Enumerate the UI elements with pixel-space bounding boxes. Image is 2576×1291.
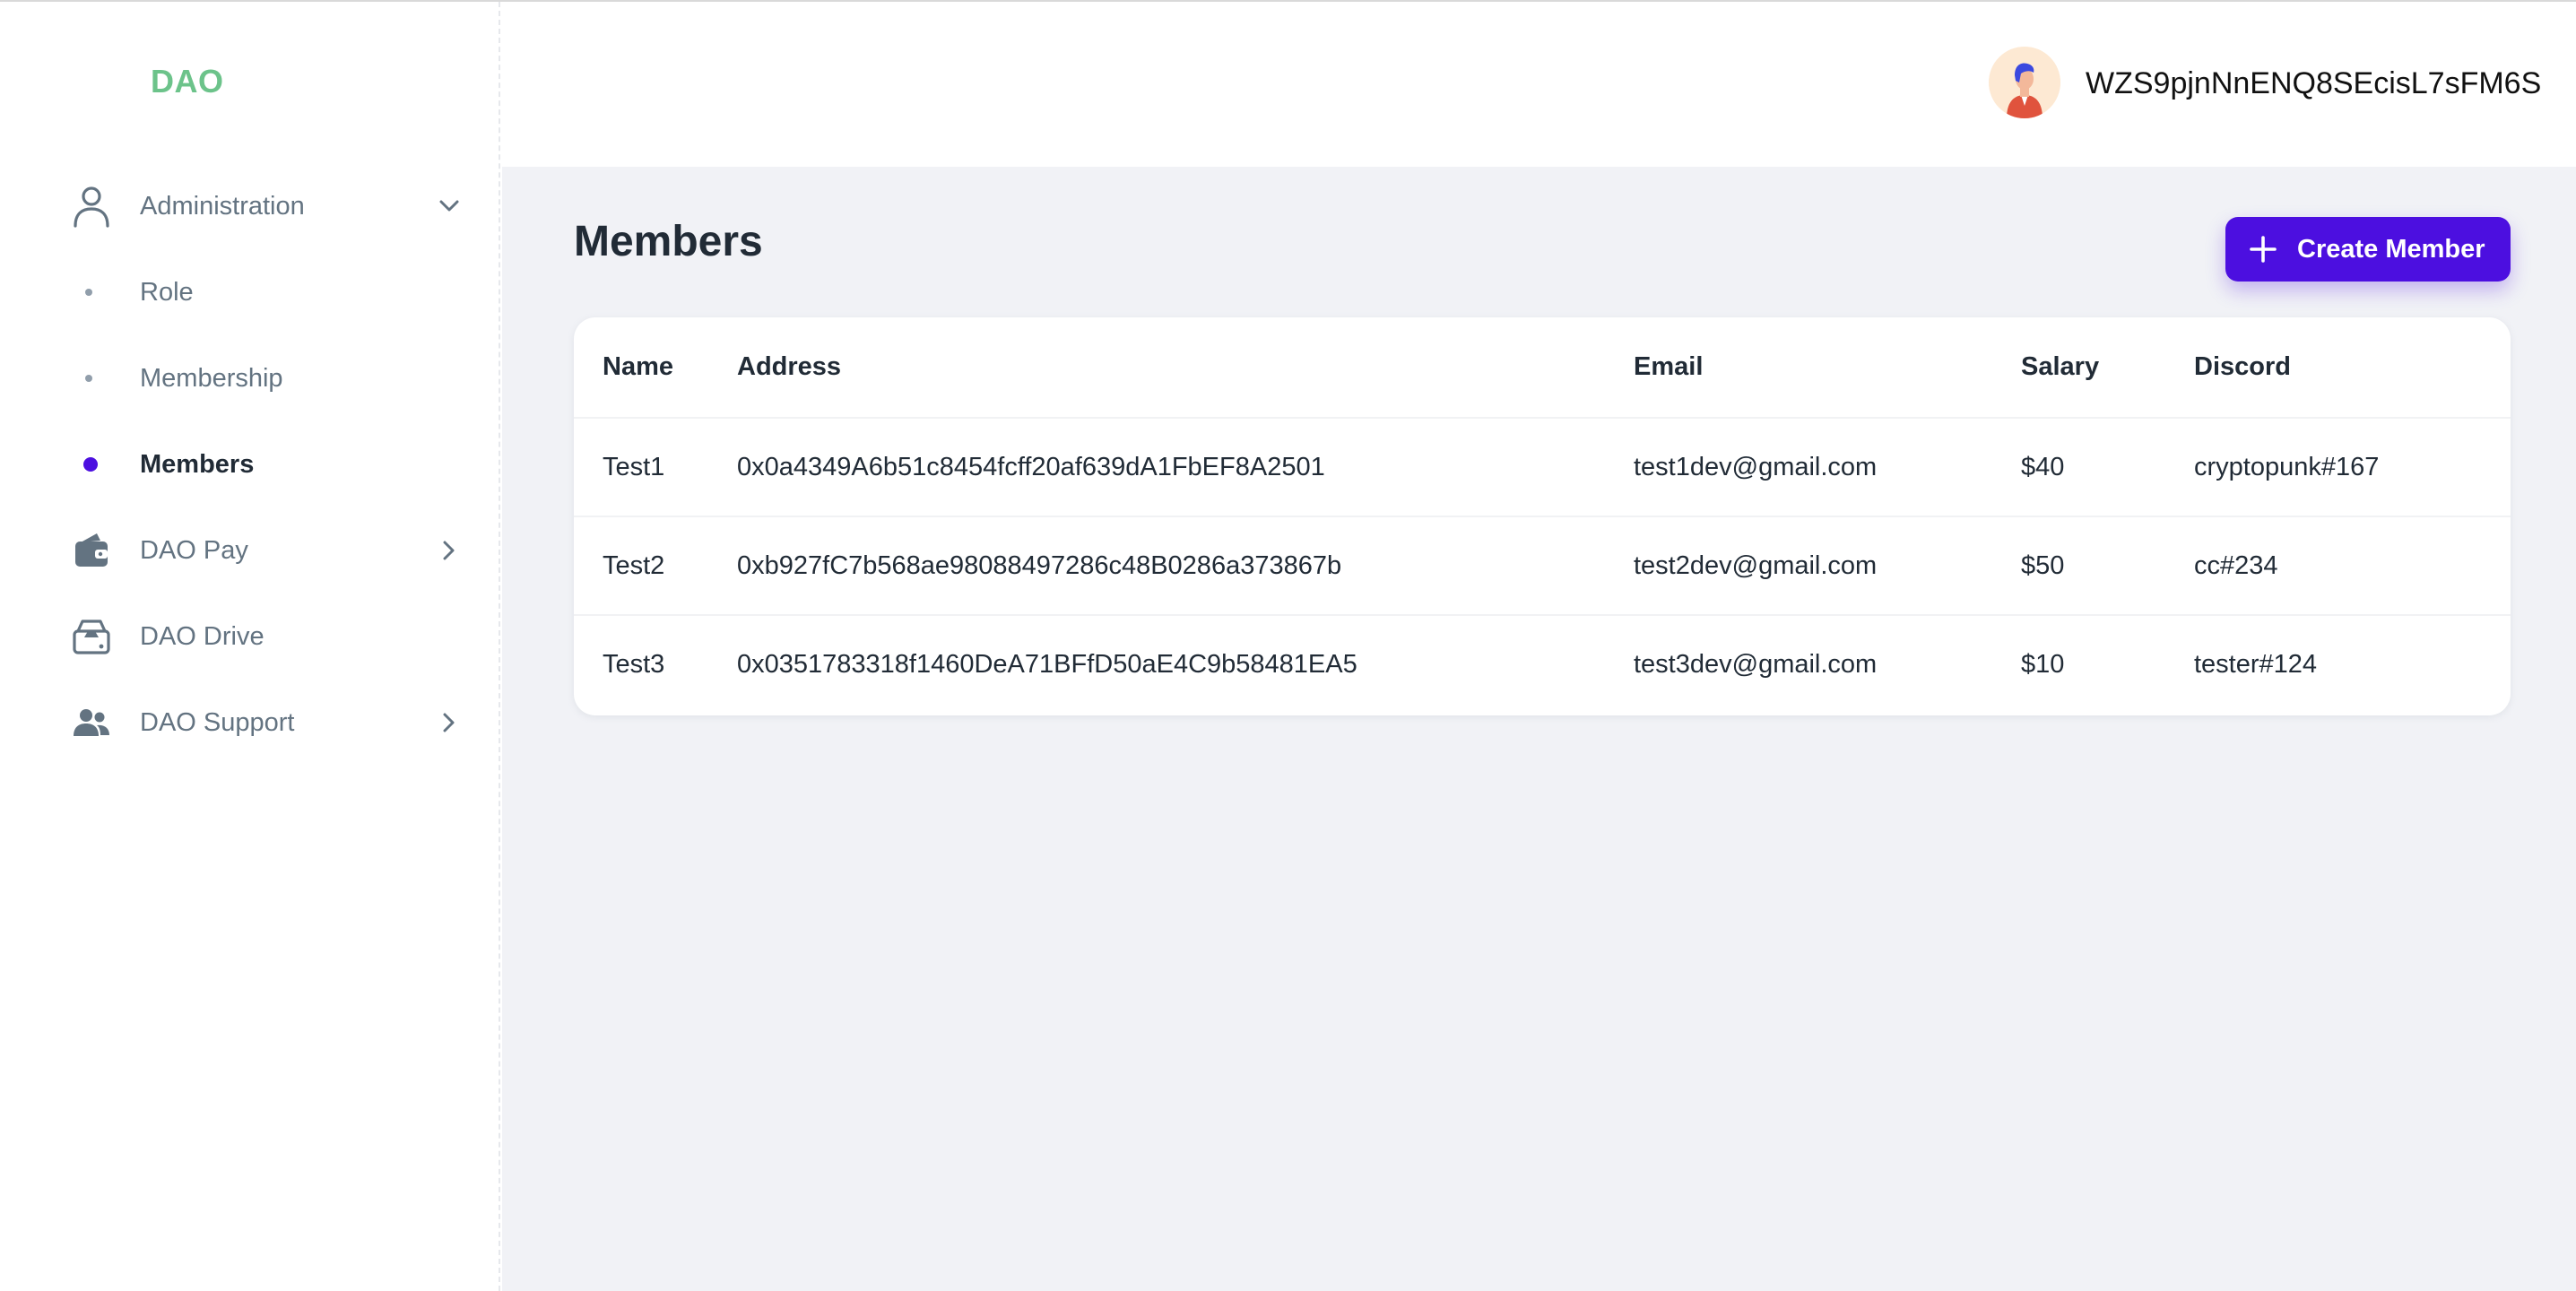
table-row[interactable]: Test1 0x0a4349A6b51c8454fcff20af639dA1Fb… xyxy=(574,417,2511,516)
cell-name: Test3 xyxy=(574,614,737,714)
avatar[interactable] xyxy=(1989,47,2060,118)
cell-email: test3dev@gmail.com xyxy=(1634,614,2021,714)
column-header-discord[interactable]: Discord xyxy=(2194,317,2511,418)
sidebar-item-label: DAO Pay xyxy=(140,535,248,565)
sidebar-item-label: Membership xyxy=(140,363,283,393)
cell-email: test2dev@gmail.com xyxy=(1634,516,2021,615)
cell-discord: tester#124 xyxy=(2194,614,2511,714)
cell-address: 0xb927fC7b568ae98088497286c48B0286a37386… xyxy=(737,516,1634,615)
create-member-button[interactable]: Create Member xyxy=(2225,217,2511,282)
cell-name: Test2 xyxy=(574,516,737,615)
username[interactable]: WZS9pjnNnENQ8SEcisL7sFM6S xyxy=(2086,66,2541,101)
cell-name: Test1 xyxy=(574,417,737,516)
chevron-right-icon[interactable] xyxy=(435,708,464,737)
sidebar-item-label: Administration xyxy=(140,191,305,221)
bullet-icon xyxy=(85,375,92,382)
column-header-email[interactable]: Email xyxy=(1634,317,2021,418)
bullet-icon xyxy=(85,289,92,296)
sidebar-item-members[interactable]: Members xyxy=(0,429,500,500)
column-header-address[interactable]: Address xyxy=(737,317,1634,418)
cell-discord: cc#234 xyxy=(2194,516,2511,615)
cell-email: test1dev@gmail.com xyxy=(1634,417,2021,516)
sidebar-item-membership[interactable]: Membership xyxy=(0,342,500,414)
sidebar-item-label: DAO Support xyxy=(140,707,295,737)
sidebar-item-administration[interactable]: Administration xyxy=(0,170,500,242)
table-row[interactable]: Test2 0xb927fC7b568ae98088497286c48B0286… xyxy=(574,516,2511,615)
members-table: Name Address Email Salary Discord Test1 … xyxy=(574,317,2511,714)
cell-address: 0x0351783318f1460DeA71BFfD50aE4C9b58481E… xyxy=(737,614,1634,714)
sidebar-item-dao-drive[interactable]: DAO Drive xyxy=(0,601,500,672)
logo[interactable]: DAO xyxy=(151,63,224,100)
sidebar-item-label: Members xyxy=(140,449,255,479)
user-outline-icon xyxy=(70,185,113,228)
chevron-down-icon[interactable] xyxy=(435,192,464,221)
table-header-row: Name Address Email Salary Discord xyxy=(574,317,2511,418)
sidebar-item-label: Role xyxy=(140,277,194,307)
cell-discord: cryptopunk#167 xyxy=(2194,417,2511,516)
table-row[interactable]: Test3 0x0351783318f1460DeA71BFfD50aE4C9b… xyxy=(574,614,2511,714)
sidebar-item-dao-support[interactable]: DAO Support xyxy=(0,687,500,758)
cell-salary: $50 xyxy=(2021,516,2194,615)
page-title: Members xyxy=(574,218,763,265)
cell-salary: $10 xyxy=(2021,614,2194,714)
plus-icon xyxy=(2249,235,2277,264)
create-member-label: Create Member xyxy=(2297,235,2485,264)
sidebar-item-label: DAO Drive xyxy=(140,621,265,651)
cell-address: 0x0a4349A6b51c8454fcff20af639dA1FbEF8A25… xyxy=(737,417,1634,516)
bullet-active-icon xyxy=(83,457,98,472)
chevron-right-icon[interactable] xyxy=(435,536,464,565)
cell-salary: $40 xyxy=(2021,417,2194,516)
sidebar: DAO Administration Role Membership Membe… xyxy=(0,2,500,1291)
column-header-name[interactable]: Name xyxy=(574,317,737,418)
sidebar-item-dao-pay[interactable]: DAO Pay xyxy=(0,515,500,586)
sidebar-item-role[interactable]: Role xyxy=(0,256,500,328)
users-icon xyxy=(70,701,113,744)
wallet-icon xyxy=(70,529,113,572)
drive-icon xyxy=(70,615,113,658)
members-table-card: Name Address Email Salary Discord Test1 … xyxy=(574,317,2511,715)
column-header-salary[interactable]: Salary xyxy=(2021,317,2194,418)
